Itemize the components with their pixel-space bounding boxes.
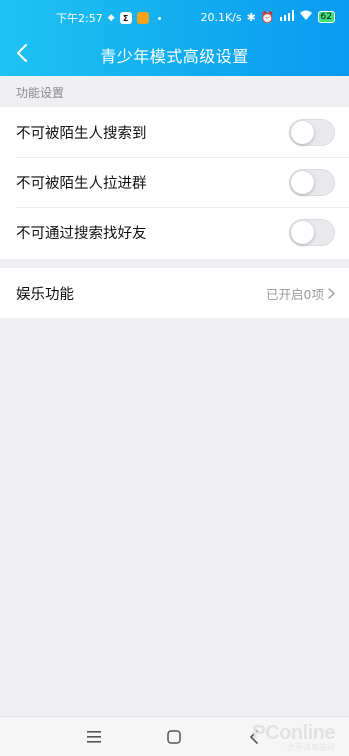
settings-card: 不可被陌生人搜索到 不可被陌生人拉进群 不可通过搜索找好友: [0, 107, 349, 259]
setting-label: 不可被陌生人搜索到: [16, 125, 147, 142]
entertainment-label: 娱乐功能: [16, 286, 74, 303]
page-title: 青少年模式高级设置: [100, 47, 249, 66]
setting-row-stranger-search[interactable]: 不可被陌生人搜索到: [0, 107, 349, 157]
toggle-knob: [291, 121, 314, 144]
chevron-right-icon: [328, 288, 335, 299]
setting-label: 不可通过搜索找好友: [16, 225, 147, 242]
signal-icon: [279, 10, 294, 24]
toggle-switch[interactable]: [289, 169, 335, 196]
status-bar: 下午2:57 ◆ Σ 20.1K/s ✱ ⏰ 62: [0, 0, 349, 32]
status-time: 下午2:57: [56, 12, 103, 25]
toggle-switch[interactable]: [289, 219, 335, 246]
setting-label: 不可被陌生人拉进群: [16, 175, 147, 192]
diamond-icon: ◆: [107, 13, 115, 23]
dot-icon: [157, 16, 161, 20]
toggle-knob: [291, 221, 314, 244]
menu-icon[interactable]: [84, 727, 104, 747]
wifi-icon: [299, 10, 313, 24]
navbar: 青少年模式高级设置: [0, 32, 349, 76]
toggle-knob: [291, 171, 314, 194]
entertainment-status: 已开启0项: [266, 287, 324, 302]
network-speed: 20.1K/s: [200, 10, 242, 24]
home-icon[interactable]: [164, 727, 184, 747]
entertainment-card: 娱乐功能 已开启0项: [0, 268, 349, 318]
section-label: 功能设置: [16, 86, 65, 100]
bluetooth-icon: ✱: [246, 10, 256, 24]
toggle-switch[interactable]: [289, 119, 335, 146]
header: 下午2:57 ◆ Σ 20.1K/s ✱ ⏰ 62 青少年模式高级设置: [0, 0, 349, 76]
status-right: 20.1K/s ✱ ⏰ 62: [200, 10, 335, 24]
entertainment-row[interactable]: 娱乐功能 已开启0项: [0, 268, 349, 318]
app-icon-sigma: Σ: [119, 12, 132, 24]
watermark: PConline 太平洋电脑网: [252, 722, 335, 753]
setting-row-stranger-group[interactable]: 不可被陌生人拉进群: [0, 157, 349, 207]
entertainment-value: 已开启0项: [266, 284, 335, 303]
alarm-icon: ⏰: [260, 10, 275, 24]
status-left: 下午2:57 ◆ Σ: [56, 10, 161, 26]
setting-row-search-friend[interactable]: 不可通过搜索找好友: [0, 207, 349, 257]
battery-icon: 62: [317, 11, 335, 23]
app-icon-app: [136, 12, 149, 24]
